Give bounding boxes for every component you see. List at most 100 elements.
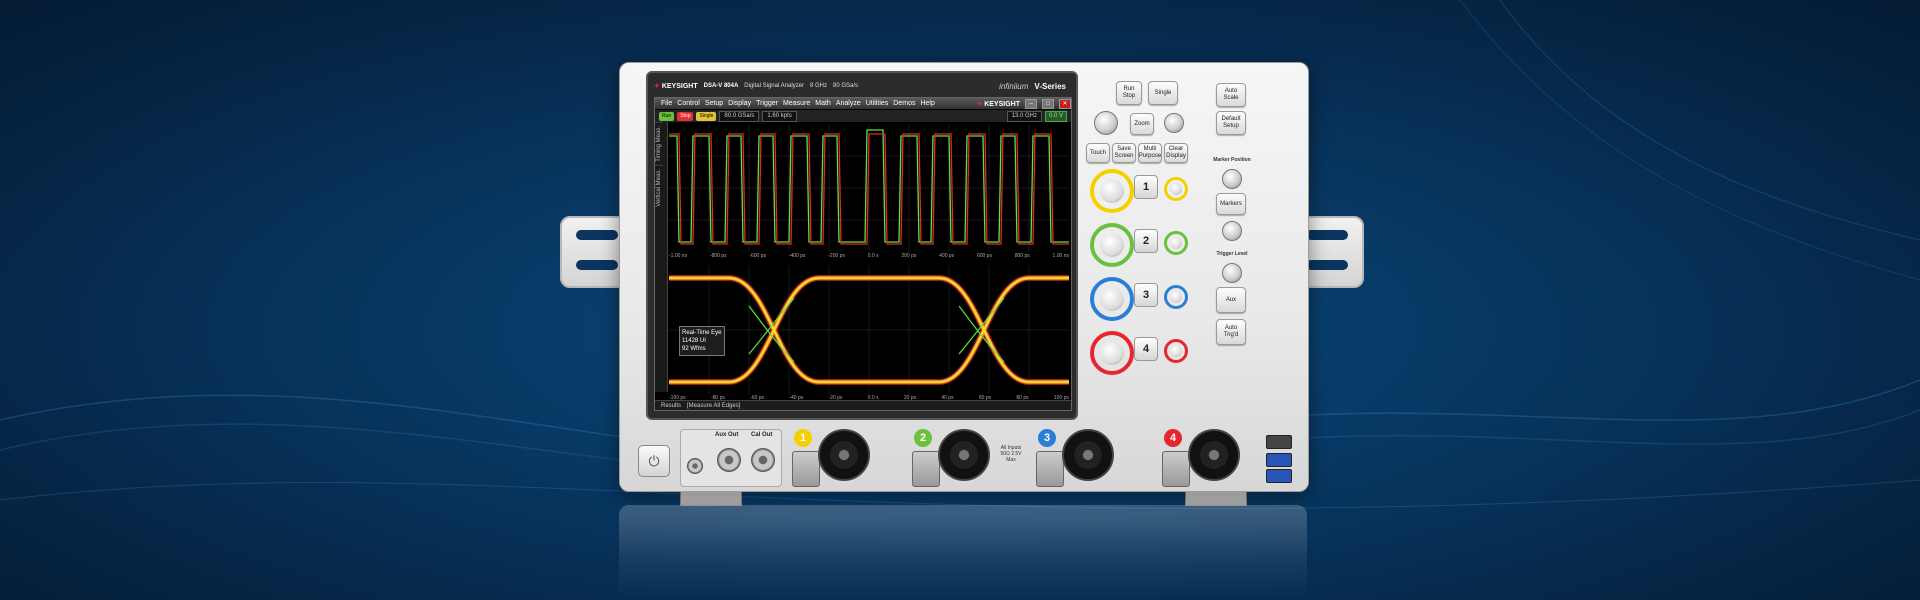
ch3-input: 3 — [1034, 427, 1118, 487]
waveform-x-tick: -800 ps — [709, 253, 727, 259]
foot-left — [680, 490, 742, 506]
aux-out-connector[interactable] — [717, 448, 741, 472]
trigger-level-knob[interactable] — [1222, 263, 1242, 283]
tab-vertical-meas[interactable]: Vertical Meas. — [655, 164, 663, 210]
minimize-button[interactable]: – — [1025, 98, 1037, 109]
memory-depth-field[interactable]: 1.60 kpts — [762, 110, 797, 122]
tab-timing-meas[interactable]: Timing Meas. — [655, 122, 663, 165]
ch4-input-connector[interactable] — [1188, 429, 1240, 481]
ch3-key[interactable]: 3 — [1134, 283, 1158, 307]
acquisition-toolbar: Run Stop Single 80.0 GSa/s 1.60 kpts 13.… — [655, 110, 1071, 122]
ch2-probe-interface[interactable] — [912, 451, 940, 487]
brand-logo: KEYSIGHT — [654, 82, 698, 90]
waveform-x-tick: 800 ps — [1014, 253, 1030, 259]
auto-trig-key[interactable]: Auto Trig'd — [1216, 319, 1246, 345]
ch4-probe-interface[interactable] — [1162, 451, 1190, 487]
sample-rate-field[interactable]: 80.0 GSa/s — [719, 110, 760, 122]
ch4-offset-ring[interactable] — [1164, 339, 1188, 363]
ch4-key[interactable]: 4 — [1134, 337, 1158, 361]
multi-purpose-key[interactable]: Multi Purpose — [1138, 143, 1162, 163]
menu-bar: File Control Setup Display Trigger Measu… — [655, 98, 1071, 109]
waveform-x-tick: 400 ps — [939, 253, 955, 259]
model-subtitle: Digital Signal Analyzer — [744, 83, 804, 89]
touch-key[interactable]: Touch — [1086, 143, 1110, 163]
eye-info-box: Real-Time Eye 11428 UI 92 Wfms — [679, 326, 725, 356]
trigger-level-field[interactable]: 0.0 V — [1044, 110, 1067, 122]
stop-button[interactable]: Stop — [677, 111, 694, 121]
menu-setup[interactable]: Setup — [705, 100, 723, 107]
side-tabs: Timing Meas. Vertical Meas. — [655, 122, 668, 392]
power-button[interactable]: ⏻ — [638, 445, 670, 477]
ch1-badge: 1 — [794, 429, 812, 447]
menu-control[interactable]: Control — [677, 100, 700, 107]
clear-display-key[interactable]: Clear Display — [1164, 143, 1188, 163]
ch1-scale-ring[interactable] — [1090, 169, 1134, 213]
waveform-x-tick: 0.0 s — [867, 253, 879, 259]
waveform-x-tick: 1.00 ns — [1052, 253, 1069, 259]
ch3-probe-interface[interactable] — [1036, 451, 1064, 487]
waveform-plot — [669, 124, 1069, 252]
eye-info-ui: 11428 UI — [682, 338, 706, 344]
bandwidth-field[interactable]: 13.0 GHz — [1006, 110, 1042, 122]
single-key[interactable]: Single — [1148, 81, 1178, 105]
menu-brand: KEYSIGHT — [976, 100, 1020, 108]
default-setup-key[interactable]: Default Setup — [1216, 111, 1246, 135]
ch3-input-connector[interactable] — [1062, 429, 1114, 481]
front-control-panel: Run Stop Single Auto Scale Default Setup… — [1082, 71, 1300, 416]
run-button[interactable]: Run — [659, 111, 675, 121]
auto-scale-key[interactable]: Auto Scale — [1216, 83, 1246, 107]
waveform-x-tick: -400 ps — [788, 253, 806, 259]
reflection — [619, 505, 1307, 600]
aux-out-label: Aux Out — [715, 432, 739, 438]
run-stop-key[interactable]: Run Stop — [1116, 81, 1142, 105]
maximize-button[interactable]: □ — [1042, 98, 1054, 109]
menu-help[interactable]: Help — [920, 100, 934, 107]
menu-demos[interactable]: Demos — [893, 100, 915, 107]
ch1-probe-interface[interactable] — [792, 451, 820, 487]
status-bar: Results [Measure All Edges] — [655, 400, 1071, 410]
menu-utilities[interactable]: Utilities — [866, 100, 889, 107]
horizontal-knob[interactable] — [1094, 111, 1118, 135]
zoom-key[interactable]: Zoom — [1130, 113, 1154, 135]
waveform-x-tick: -1.00 ns — [669, 253, 688, 259]
cal-out-connector[interactable] — [751, 448, 775, 472]
results-tab[interactable]: Results — [661, 403, 681, 409]
aux-cal-panel: Aux Out Cal Out — [680, 429, 782, 487]
ch1-input-connector[interactable] — [818, 429, 870, 481]
menu-trigger[interactable]: Trigger — [756, 100, 778, 107]
menu-display[interactable]: Display — [728, 100, 751, 107]
spec-samplerate: 80 GSa/s — [833, 83, 859, 89]
display-bezel: KEYSIGHT DSA-V 804A Digital Signal Analy… — [646, 71, 1078, 420]
save-screen-key[interactable]: Save Screen — [1112, 143, 1136, 163]
ch1-input: 1 — [790, 427, 874, 487]
ch3-scale-ring[interactable] — [1090, 277, 1134, 321]
trigger-level-label: Trigger Level — [1216, 251, 1248, 257]
markers-key[interactable]: Markers — [1216, 193, 1246, 215]
close-button[interactable]: ✕ — [1059, 98, 1071, 109]
ch3-offset-ring[interactable] — [1164, 285, 1188, 309]
aux-key[interactable]: Aux — [1216, 287, 1246, 313]
usb-port-3[interactable] — [1266, 469, 1292, 483]
menu-math[interactable]: Math — [815, 100, 831, 107]
usb-port-2[interactable] — [1266, 453, 1292, 467]
ch4-scale-ring[interactable] — [1090, 331, 1134, 375]
ch2-offset-ring[interactable] — [1164, 231, 1188, 255]
menu-measure[interactable]: Measure — [783, 100, 810, 107]
horizontal-position-knob[interactable] — [1164, 113, 1184, 133]
marker-select-knob[interactable] — [1222, 221, 1242, 241]
input-warning: All Inputs 50Ω 2.5V Max — [1000, 445, 1022, 463]
ch2-scale-ring[interactable] — [1090, 223, 1134, 267]
ch2-input-connector[interactable] — [938, 429, 990, 481]
ch3-badge: 3 — [1038, 429, 1056, 447]
marker-position-knob[interactable] — [1222, 169, 1242, 189]
menu-file[interactable]: File — [661, 100, 672, 107]
ch1-key[interactable]: 1 — [1134, 175, 1158, 199]
ground-jack[interactable] — [687, 458, 703, 474]
model-number: DSA-V 804A — [703, 83, 739, 89]
measure-all-edges[interactable]: [Measure All Edges] — [687, 403, 740, 409]
ch2-key[interactable]: 2 — [1134, 229, 1158, 253]
single-button[interactable]: Single — [696, 111, 717, 121]
ch1-offset-ring[interactable] — [1164, 177, 1188, 201]
menu-analyze[interactable]: Analyze — [836, 100, 861, 107]
usb-port-1[interactable] — [1266, 435, 1292, 449]
